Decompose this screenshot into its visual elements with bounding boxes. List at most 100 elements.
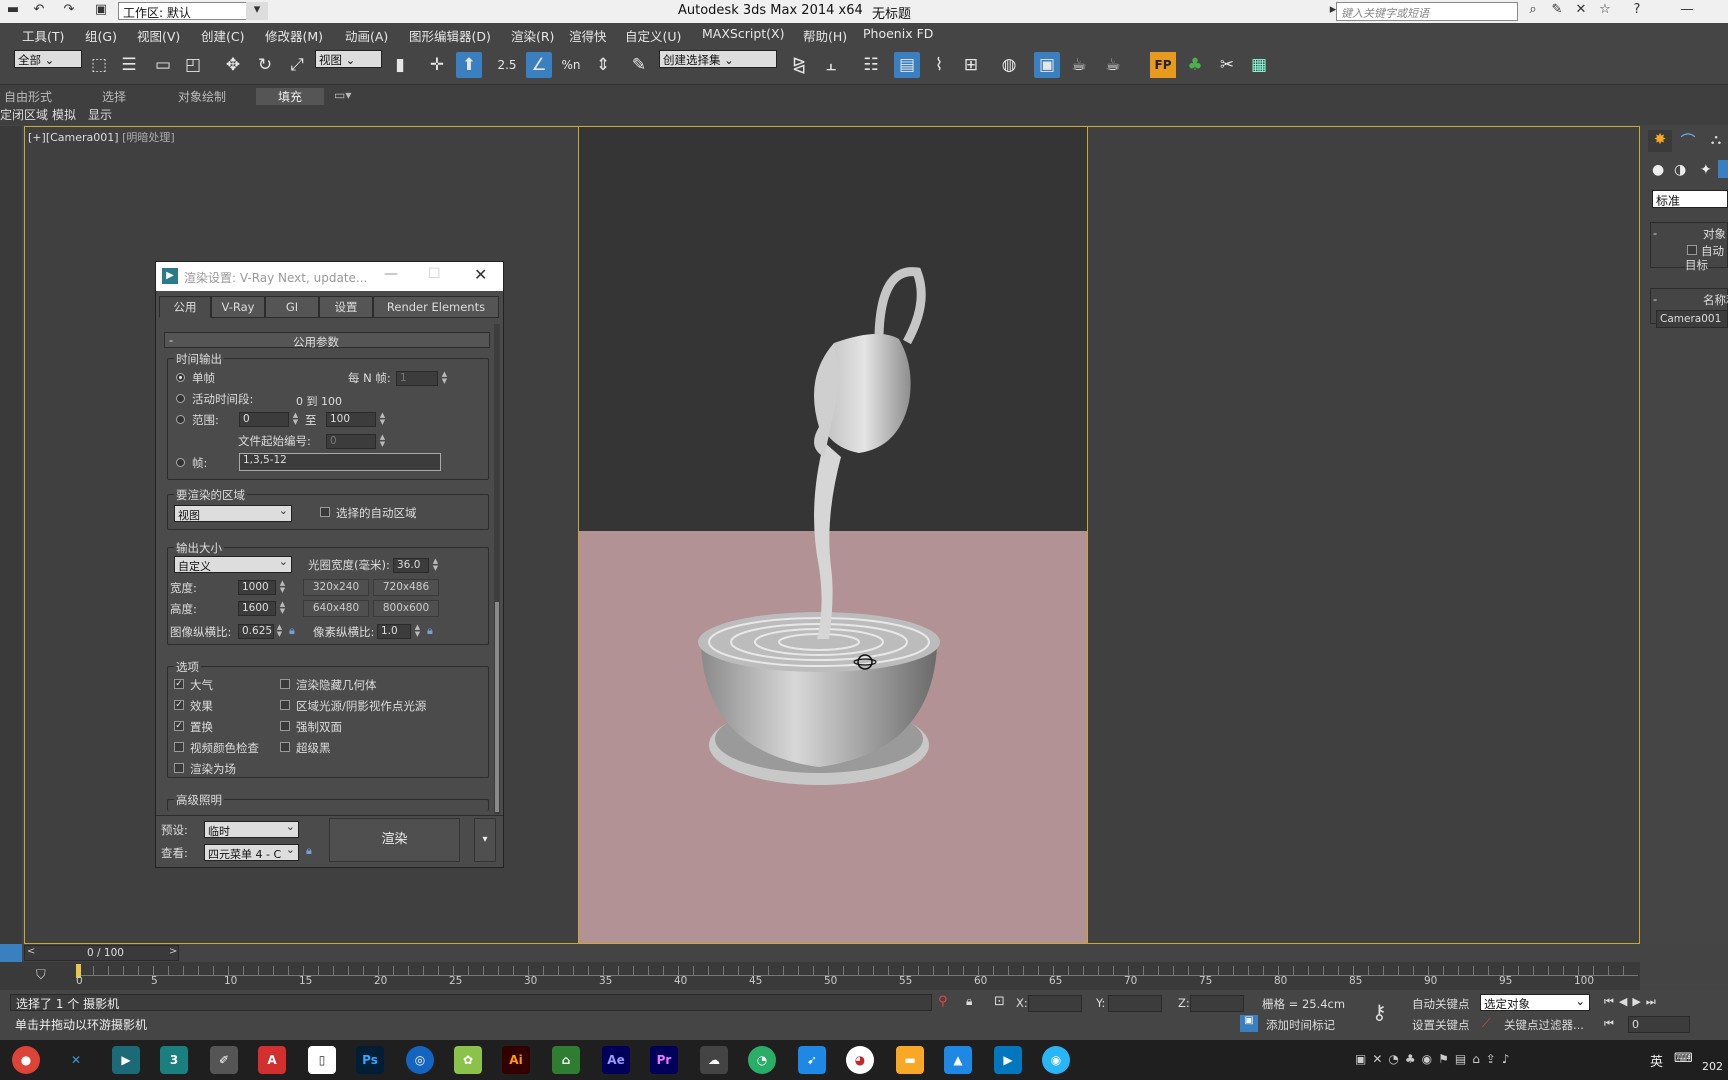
height-field[interactable]: 1600	[238, 601, 276, 616]
tab-common[interactable]: 公用	[159, 296, 211, 318]
tab-settings[interactable]: 设置	[319, 296, 373, 318]
premiere-icon[interactable]: Pr	[650, 1046, 678, 1074]
material-editor-icon[interactable]: ◍	[996, 52, 1022, 78]
ribbon-sub-define-areas[interactable]: 定闭区域	[0, 106, 48, 123]
area-lights-checkbox[interactable]	[280, 700, 290, 710]
snap-toggle-icon[interactable]: 2.5	[494, 52, 520, 78]
binoculars-icon[interactable]: ⌕	[1522, 2, 1544, 20]
percent-snap-icon[interactable]: %n	[558, 52, 584, 78]
menu-render-fast[interactable]: 渲得快	[569, 26, 607, 45]
range-to-field[interactable]: 100	[326, 412, 376, 427]
pdf-icon[interactable]: A	[258, 1046, 286, 1074]
rollout2-collapse-icon[interactable]: -	[1653, 292, 1657, 306]
viewport-label[interactable]: [+][Camera001] [明暗处理]	[28, 129, 175, 145]
undo-icon[interactable]: ↶	[28, 2, 50, 20]
video-color-check-checkbox[interactable]	[174, 742, 184, 752]
height-spinner-icon[interactable]: ▲ ▼	[278, 601, 287, 616]
view-lock-icon[interactable]: 🔒︎	[306, 844, 312, 858]
key-filters-button[interactable]: 关键点过滤器...	[1504, 1017, 1584, 1033]
common-params-rollout[interactable]: - 公用参数	[164, 332, 490, 349]
y-coord-field[interactable]	[1108, 995, 1162, 1012]
range-to-spinner-icon[interactable]: ▲ ▼	[378, 412, 387, 427]
isolate-pin-icon[interactable]: ⚲	[938, 994, 948, 1009]
subscription-icon[interactable]: ✎	[1546, 2, 1568, 20]
area-dropdown[interactable]: 视图	[174, 504, 292, 522]
app4-icon[interactable]: ☁	[700, 1046, 728, 1074]
rect-selection-icon[interactable]: ▭	[150, 52, 176, 78]
wechat-icon[interactable]: ◔	[748, 1046, 776, 1074]
dialog-title-bar[interactable]: ▶ 渲染设置: V-Ray Next, update... — ☐ ✕	[156, 262, 503, 291]
hold-icon[interactable]: ▣	[90, 2, 112, 20]
preset-720x486-button[interactable]: 720x486	[373, 579, 439, 596]
render-setup-icon[interactable]: ▣	[1034, 52, 1060, 78]
3dsmax2-icon[interactable]: 3	[160, 1046, 188, 1074]
image-aspect-spinner-icon[interactable]: ▲ ▼	[275, 624, 284, 639]
schematic-view-icon[interactable]: ⊞	[958, 52, 984, 78]
tab-gi[interactable]: GI	[265, 296, 319, 318]
dialog-minimize-icon[interactable]: —	[384, 266, 398, 282]
document-icon[interactable]: ▯	[308, 1046, 336, 1074]
preset-640x480-button[interactable]: 640x480	[303, 600, 369, 617]
menu-help[interactable]: 帮助(H)	[803, 26, 847, 45]
track-bar[interactable]: ⛉ 0 5 10 15 20 25 30 35 40 45 50 55 60 6…	[0, 962, 1640, 990]
cameras-icon[interactable]	[1718, 160, 1728, 178]
viewport-camera-label[interactable]: [Camera001]	[46, 131, 119, 144]
ribbon-toggle-icon[interactable]: ▤	[894, 52, 920, 78]
dialog-close-icon[interactable]: ✕	[474, 265, 487, 284]
menu-graph-editors[interactable]: 图形编辑器(D)	[409, 26, 491, 45]
menu-customize[interactable]: 自定义(U)	[625, 26, 681, 45]
menu-modifiers[interactable]: 修改器(M)	[265, 26, 323, 45]
menu-views[interactable]: 视图(V)	[137, 26, 180, 45]
pivot-icon[interactable]: ▮	[387, 52, 413, 78]
lights-icon[interactable]: ✦	[1700, 162, 1712, 178]
browser-icon[interactable]: ◕	[846, 1046, 874, 1074]
time-slider-next-icon[interactable]: >	[169, 946, 177, 957]
ribbon-tab-freeform[interactable]: 自由形式	[4, 88, 52, 105]
pixel-aspect-spinner-icon[interactable]: ▲ ▼	[413, 624, 422, 639]
scale-icon[interactable]: ⤢	[284, 52, 310, 78]
app-menu-icon[interactable]: ▬	[2, 2, 24, 20]
key-mode-dropdown[interactable]: 选定对象 ⌄	[1480, 994, 1590, 1011]
selection-filter-dropdown[interactable]: 全部 ⌄	[14, 50, 82, 68]
every-n-frames-field[interactable]: 1	[396, 371, 438, 386]
frames-radio[interactable]	[176, 458, 185, 467]
clock[interactable]: 202	[1702, 1060, 1723, 1073]
auto-region-checkbox[interactable]	[320, 507, 330, 517]
object-type-title[interactable]: 对象	[1703, 226, 1726, 242]
range-radio[interactable]	[176, 415, 185, 424]
app-icon[interactable]: ◎	[406, 1046, 434, 1074]
preset-dropdown[interactable]: 临时	[204, 820, 299, 838]
auto-key-button[interactable]: 自动关键点	[1412, 996, 1470, 1012]
tab-render-elements[interactable]: Render Elements	[373, 296, 499, 318]
file-start-field[interactable]: 0	[326, 434, 376, 449]
pixel-aspect-lock-icon[interactable]: 🔒︎	[427, 624, 433, 638]
range-from-spinner-icon[interactable]: ▲ ▼	[291, 412, 300, 427]
z-coord-field[interactable]	[1190, 995, 1244, 1012]
preset-320x240-button[interactable]: 320x240	[303, 579, 369, 596]
spreadsheet-icon[interactable]: ▦	[1246, 52, 1272, 78]
menu-animation[interactable]: 动画(A)	[345, 26, 388, 45]
tree-icon[interactable]: ♣	[1182, 52, 1208, 78]
forest-pack-icon[interactable]: FP	[1150, 52, 1176, 78]
edit-named-selection-icon[interactable]: ✎	[626, 52, 652, 78]
app3-icon[interactable]: ⌂	[552, 1046, 580, 1074]
chrome-icon[interactable]: ●	[12, 1046, 40, 1074]
ribbon-tab-populate[interactable]: 填充	[256, 88, 325, 105]
render-hidden-checkbox[interactable]	[280, 679, 290, 689]
modify-tab-icon[interactable]: ⌒	[1676, 130, 1700, 152]
hierarchy-tab-icon[interactable]: ⛬	[1704, 130, 1728, 152]
xmind-icon[interactable]: ✕	[62, 1046, 90, 1074]
image-aspect-field[interactable]: 0.625	[238, 624, 274, 639]
menu-tools[interactable]: 工具(T)	[22, 26, 64, 45]
create-tab-icon[interactable]: ✸	[1648, 130, 1672, 152]
auto-grid-checkbox[interactable]	[1687, 245, 1697, 255]
3dsmax-icon[interactable]: ▶	[112, 1046, 140, 1074]
viewport-shading-label[interactable]: [明暗处理]	[122, 131, 175, 144]
video-icon[interactable]: ▶	[994, 1046, 1022, 1074]
active-segment-radio[interactable]	[176, 394, 185, 403]
ribbon-sub-display[interactable]: 显示	[88, 106, 112, 123]
menu-create[interactable]: 创建(C)	[201, 26, 244, 45]
search-input[interactable]: 键入关键字或短语	[1336, 2, 1518, 21]
displacement-checkbox[interactable]: ✓	[174, 721, 184, 731]
key-mode-toggle-icon[interactable]: ⏮	[1604, 1017, 1614, 1031]
